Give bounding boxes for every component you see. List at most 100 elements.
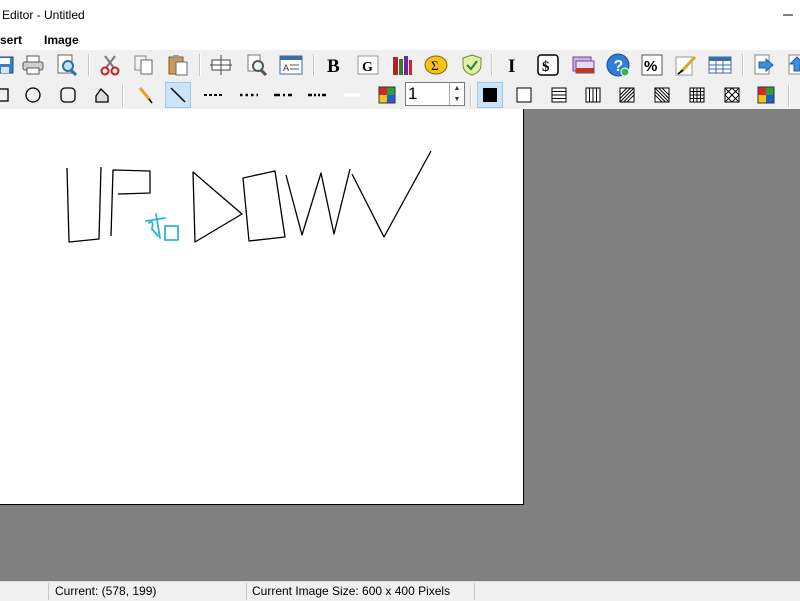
stroke-letter-d [192, 171, 243, 243]
svg-text:B: B [327, 56, 340, 76]
dot-line-tool[interactable] [236, 82, 262, 108]
books-button[interactable] [389, 52, 415, 78]
fill-back-diagonal-tool[interactable] [649, 82, 675, 108]
fill-diag-cross-tool[interactable] [719, 82, 745, 108]
spinner-arrows[interactable]: ▲ ▼ [449, 83, 464, 105]
main-toolbar: A B G Σ I $ ? % [0, 50, 800, 82]
arrow-right-button[interactable] [751, 52, 777, 78]
folder-stack-button[interactable] [570, 52, 596, 78]
pen-note-button[interactable] [673, 52, 699, 78]
toolbar-separator [88, 54, 90, 76]
fill-solid-tool[interactable] [477, 82, 503, 108]
text-frame-button[interactable]: A [278, 52, 304, 78]
fill-diag-cross-icon [724, 87, 740, 103]
fill-diagonal-tool[interactable] [614, 82, 640, 108]
white-line-tool[interactable] [339, 82, 365, 108]
print-preview-icon [57, 54, 78, 76]
rounded-rect-icon [60, 87, 76, 103]
help-button[interactable]: ? [605, 52, 631, 78]
percent-button[interactable]: % [639, 52, 665, 78]
svg-text:%: % [644, 58, 657, 75]
fill-diagonal-icon [619, 87, 635, 103]
arrow-up-button[interactable] [785, 52, 800, 78]
shield-check-button[interactable] [459, 52, 485, 78]
status-image-size: Current Image Size: 600 x 400 Pixels [252, 584, 451, 598]
rectangle-icon [0, 88, 9, 102]
svg-text:G: G [362, 60, 373, 75]
save-button[interactable] [0, 52, 18, 78]
minimize-icon [783, 14, 793, 16]
stroke-letter-p [110, 169, 151, 237]
svg-text:I: I [508, 56, 515, 76]
cut-icon [100, 55, 120, 76]
font-g-button[interactable]: G [355, 52, 381, 78]
shield-check-icon [462, 54, 482, 76]
line-width-spinner[interactable]: ▲ ▼ [405, 82, 465, 106]
table-button[interactable] [707, 52, 733, 78]
color-palette-2-icon [757, 86, 775, 104]
rounded-rect-tool[interactable] [55, 82, 81, 108]
print-preview-button[interactable] [54, 52, 80, 78]
title-bar: Editor - Untitled [0, 0, 800, 30]
fill-color-button[interactable] [753, 82, 779, 108]
polygon-tool[interactable] [89, 82, 115, 108]
menu-image[interactable]: Image [44, 33, 79, 47]
status-divider [48, 583, 49, 600]
stroke-cyan-o [164, 225, 179, 241]
pencil-tool[interactable] [132, 82, 158, 108]
fill-cross-icon [689, 87, 705, 103]
minimize-button[interactable] [776, 2, 800, 28]
italic-icon: I [508, 56, 515, 76]
drawing-canvas[interactable] [0, 109, 524, 505]
print-button[interactable] [20, 52, 46, 78]
fill-cross-tool[interactable] [684, 82, 710, 108]
paste-button[interactable] [165, 52, 191, 78]
fill-back-diagonal-icon [654, 87, 670, 103]
dash-line-icon [204, 94, 222, 96]
rectangle-tool[interactable] [0, 82, 14, 108]
fill-none-tool[interactable] [511, 82, 537, 108]
stroke-letter-o [242, 170, 286, 242]
help-icon: ? [606, 53, 630, 77]
stroke-letter-u [66, 166, 102, 243]
spin-down-icon[interactable]: ▼ [450, 94, 464, 105]
workspace [0, 109, 800, 581]
italic-cursor-button[interactable]: I [500, 52, 526, 78]
toolbar-separator [788, 85, 790, 107]
fill-vertical-tool[interactable] [580, 82, 606, 108]
status-divider [474, 583, 475, 600]
menu-insert[interactable]: sert [0, 33, 22, 47]
dash-dot-line-tool[interactable] [270, 82, 296, 108]
status-cursor-position: Current: (578, 199) [55, 584, 157, 598]
fill-solid-icon [483, 88, 497, 102]
pen-note-icon [675, 55, 697, 76]
toolbar-separator [199, 54, 201, 76]
dash-dot-dot-line-tool[interactable] [304, 82, 330, 108]
stroke-letter-w [285, 168, 351, 236]
cut-button[interactable] [97, 52, 123, 78]
toolbar-separator [742, 54, 744, 76]
dash-line-tool[interactable] [200, 82, 226, 108]
print-icon [22, 55, 44, 75]
svg-text:Σ: Σ [431, 58, 439, 73]
spin-up-icon[interactable]: ▲ [450, 83, 464, 94]
sum-button[interactable]: Σ [423, 52, 449, 78]
dollar-button[interactable]: $ [535, 52, 561, 78]
toolbar-separator [313, 54, 315, 76]
line-width-input[interactable] [408, 84, 448, 104]
fill-horizontal-tool[interactable] [546, 82, 572, 108]
ellipse-tool[interactable] [20, 82, 46, 108]
line-color-button[interactable] [374, 82, 400, 108]
polygon-icon [95, 87, 109, 103]
bold-button[interactable]: B [321, 52, 347, 78]
save-icon [0, 56, 14, 74]
status-divider [246, 583, 247, 600]
paste-icon [168, 55, 188, 76]
zoom-button[interactable] [244, 52, 270, 78]
table-icon [708, 56, 732, 74]
line-tool[interactable] [165, 82, 191, 108]
fill-none-icon [516, 87, 532, 103]
resize-button[interactable] [208, 52, 234, 78]
toolbar-separator [122, 85, 124, 107]
copy-button[interactable] [131, 52, 157, 78]
